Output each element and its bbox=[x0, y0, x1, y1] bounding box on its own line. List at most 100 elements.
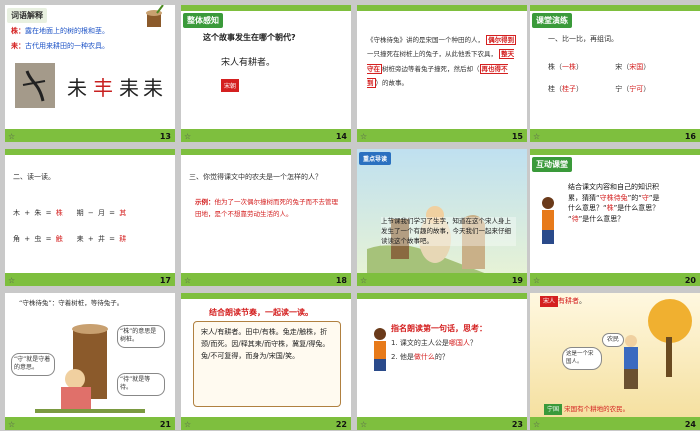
story-text: 一只撞死在树桩上的兔子，从此他丢下农具， bbox=[367, 50, 497, 59]
svg-text:耒: 耒 bbox=[143, 76, 163, 100]
svg-text:耒: 耒 bbox=[119, 76, 139, 100]
star-icon: ☆ bbox=[8, 276, 16, 285]
question-title: 指名朗读第一句话，思考： bbox=[391, 324, 487, 333]
compare-row: 桂（桂子） 宁（宁可） bbox=[548, 85, 688, 95]
slide-14[interactable]: 整体感知 这个故事发生在哪个朝代? 宋人有耕者。 宋朝 ☆ 14 bbox=[181, 5, 351, 142]
slide-20[interactable]: 互动课堂 结合课文内容和自己的知识积 累，猜猜“守株待兔”的“守”是 什么意思？… bbox=[530, 149, 700, 286]
punct: 。 bbox=[579, 297, 587, 305]
exercise-title: 二、读一读。 bbox=[13, 173, 55, 181]
slide-footer bbox=[5, 273, 175, 286]
slide-footer bbox=[530, 417, 700, 430]
definition-key: 株： bbox=[11, 27, 25, 35]
slide-footer bbox=[181, 417, 351, 430]
star-icon: ☆ bbox=[8, 420, 16, 429]
svg-text:丰: 丰 bbox=[93, 76, 113, 100]
star-icon: ☆ bbox=[360, 276, 368, 285]
slide-topbar bbox=[530, 5, 700, 11]
callout-1: “株”的意思是树桩。 bbox=[117, 325, 165, 348]
star-icon: ☆ bbox=[533, 276, 541, 285]
heading: “守株待兔”：守着树桩，等待兔子。 bbox=[19, 299, 124, 307]
star-icon: ☆ bbox=[8, 132, 16, 141]
slide-tag: 整体感知 bbox=[183, 13, 223, 28]
ancient-script-image bbox=[15, 63, 55, 108]
slide-15[interactable]: 《守株待兔》讲的是宋国一个种田的人， 偶尔得到一只撞死在树桩上的兔子，从此他丢下… bbox=[357, 5, 527, 142]
slide-24[interactable]: 宋人 有耕者。 这是一个宋国人。 农民 宁国 宋国有个耕地的农民。 ☆ 24 bbox=[530, 293, 700, 430]
highlight-text: 有耕者 bbox=[558, 297, 580, 305]
slide-footer bbox=[357, 129, 527, 142]
answer-text: 宋人有耕者。 bbox=[221, 58, 276, 68]
char: 宋（ bbox=[615, 63, 630, 71]
star-icon: ☆ bbox=[533, 132, 541, 141]
heading: 宋人 有耕者。 bbox=[540, 296, 587, 307]
star-icon: ☆ bbox=[360, 132, 368, 141]
slide-number: 17 bbox=[159, 276, 171, 285]
star-icon: ☆ bbox=[184, 276, 192, 285]
star-icon: ☆ bbox=[533, 420, 541, 429]
slide-21[interactable]: “守株待兔”：守着树桩，等待兔子。 “株”的意思是树桩。 “守”就是守着的意思。… bbox=[5, 293, 175, 430]
char: 桂（ bbox=[548, 85, 562, 93]
speech-bubble-2: 农民 bbox=[602, 333, 625, 348]
slide-number: 22 bbox=[335, 420, 347, 429]
reading-instruction: 结合朗读节奏，一起读一读。 bbox=[209, 308, 313, 317]
question-1: 1. 课文的主人公是哪国人？ bbox=[391, 339, 477, 347]
slide-22[interactable]: 结合朗读节奏，一起读一读。 宋人/有耕者。田中/有株。兔走/触株，折颈/而死。因… bbox=[181, 293, 351, 430]
slide-topbar bbox=[181, 5, 351, 11]
slide-number: 23 bbox=[511, 420, 523, 429]
definition-line: 耒：古代用来耕田的一种农具。 bbox=[11, 42, 109, 52]
definition-line: 株：露在地面上的树的根和茎。 bbox=[11, 27, 109, 37]
example-answer: 示例：他为了一次偶尔撞树而死的兔子而不去管理田地，是个不想靠劳动生活的人。 bbox=[195, 197, 341, 220]
slide-footer bbox=[5, 417, 175, 430]
tag: 宁国 bbox=[544, 404, 563, 415]
story-text: 《守株待兔》讲的是宋国一个种田的人， bbox=[367, 36, 484, 44]
char: 株（ bbox=[548, 63, 562, 71]
slide-footer bbox=[530, 273, 700, 286]
answer: 一株 bbox=[562, 63, 576, 71]
slide-17[interactable]: 二、读一读。 木 + 朱 = 株 期 − 月 = 其 角 + 虫 = 触 耒 +… bbox=[5, 149, 175, 286]
char: 宁（ bbox=[615, 85, 630, 93]
slide-16[interactable]: 课堂演练 一、比一比，再组词。 株（一株） 宋（宋国） 桂（桂子） 宁（宁可） … bbox=[530, 5, 700, 142]
answer: 宋国 bbox=[629, 63, 644, 71]
line: 累，猜猜“守株待兔”的“守”是 bbox=[568, 193, 660, 202]
slide-footer bbox=[5, 129, 175, 142]
blank-1: 偶尔得到 bbox=[486, 35, 517, 45]
exercise-title: 三、你觉得课文中的农夫是一个怎样的人？ bbox=[189, 173, 322, 181]
slide-topbar bbox=[357, 293, 527, 299]
intro-text: 上节课我们学习了生字，知道在这个宋人身上发生了一个有趣的故事，今天我们一起来仔细… bbox=[381, 217, 516, 247]
slide-13[interactable]: 词语解释 株：露在地面上的树的根和茎。 耒：古代用来耕田的一种农具。 未 丰 耒… bbox=[5, 5, 175, 142]
slide-footer bbox=[530, 129, 700, 142]
char: ） bbox=[643, 85, 651, 93]
star-icon: ☆ bbox=[184, 132, 192, 141]
slide-sorter: 词语解释 株：露在地面上的树的根和茎。 耒：古代用来耕田的一种农具。 未 丰 耒… bbox=[0, 0, 700, 431]
equation-row: 角 + 虫 = 触 耒 + 井 = 耕 bbox=[13, 235, 128, 243]
teacher-icon bbox=[374, 328, 386, 371]
slide-number: 16 bbox=[684, 132, 696, 141]
slide-23[interactable]: 指名朗读第一句话，思考： 1. 课文的主人公是哪国人？ 2. 他是做什么的？ ☆… bbox=[357, 293, 527, 430]
slide-number: 19 bbox=[511, 276, 523, 285]
slide-footer bbox=[357, 417, 527, 430]
poem-text: 宋人/有耕者。田中/有株。兔走/触株，折颈/而死。因/释其耒/而守株，冀复/得兔… bbox=[201, 328, 330, 360]
example-label: 示例： bbox=[195, 198, 215, 206]
slide-topbar bbox=[5, 149, 175, 155]
slide-19[interactable]: 重点导读 上节课我们学习了生字，知道在这个宋人身上发生了一个有趣的故事，今天我们… bbox=[357, 149, 527, 286]
slide-tag: 互动课堂 bbox=[532, 157, 572, 172]
teacher-icon bbox=[542, 197, 554, 244]
definition-text: 露在地面上的树的根和茎。 bbox=[25, 27, 109, 35]
slide-tag: 重点导读 bbox=[359, 152, 392, 165]
answer: 桂子 bbox=[562, 85, 576, 93]
star-icon: ☆ bbox=[360, 420, 368, 429]
slide-tag: 课堂演练 bbox=[532, 13, 572, 28]
slide-18[interactable]: 三、你觉得课文中的农夫是一个怎样的人？ 示例：他为了一次偶尔撞树而死的兔子而不去… bbox=[181, 149, 351, 286]
svg-text:未: 未 bbox=[67, 76, 87, 100]
highlight: 宋人 bbox=[540, 296, 559, 307]
slide-number: 14 bbox=[335, 132, 347, 141]
slide-topbar bbox=[181, 293, 351, 299]
callout-2: “守”就是守着的意思。 bbox=[11, 353, 55, 376]
slide-number: 15 bbox=[511, 132, 523, 141]
slide-number: 20 bbox=[684, 276, 696, 285]
line: “待”是什么意思？ bbox=[568, 214, 625, 223]
slide-number: 24 bbox=[684, 420, 696, 429]
slide-footer bbox=[357, 273, 527, 286]
line: 什么意思？“株”是什么意思？ bbox=[568, 204, 660, 212]
tree-illustration bbox=[648, 299, 692, 377]
slide-footer bbox=[181, 273, 351, 286]
